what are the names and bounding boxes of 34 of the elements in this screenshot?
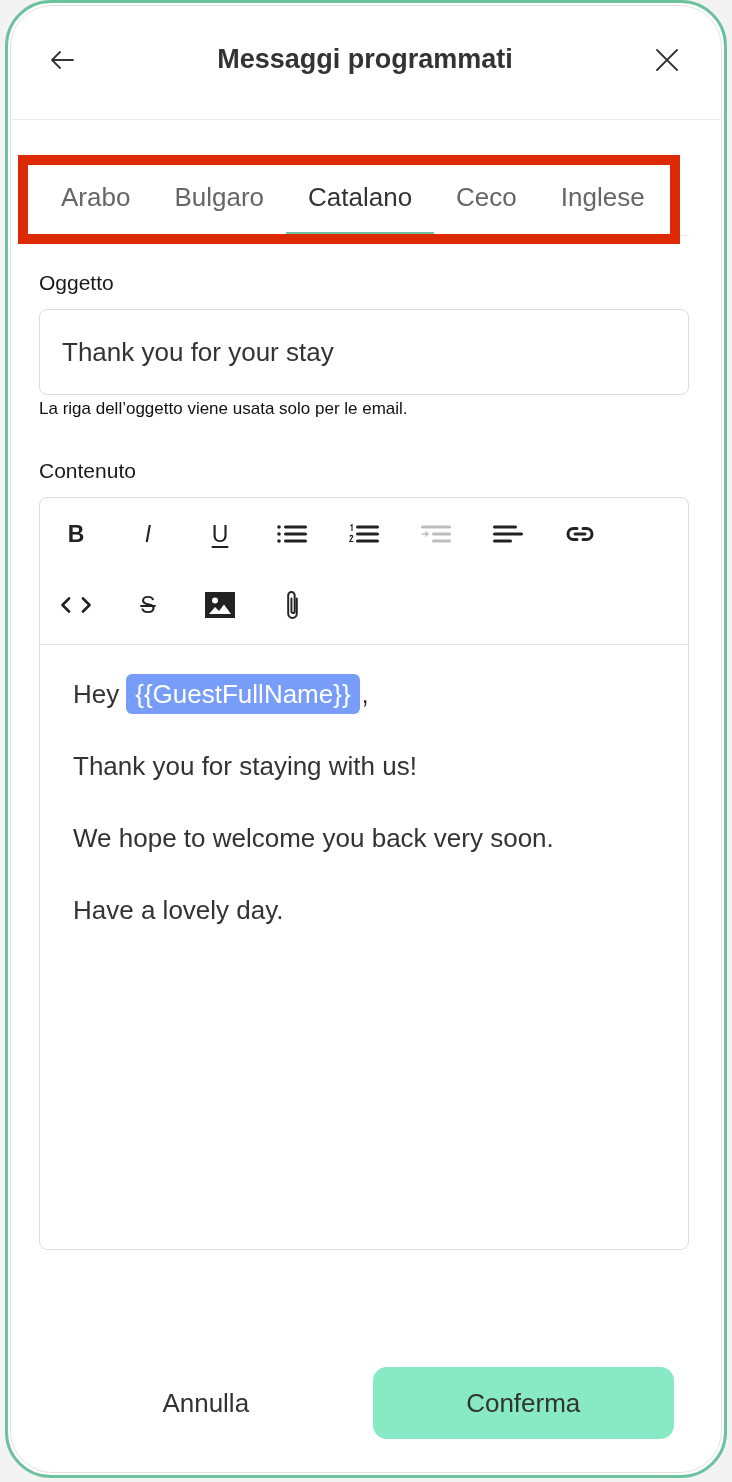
- message-body-field[interactable]: Hey {{GuestFullName}} , Thank you for staying with us! We hope to welcome you back very soon. Have a lovely day.: [40, 645, 688, 1249]
- confirm-button[interactable]: Conferma: [372, 1367, 674, 1439]
- back-arrow-icon: [50, 49, 74, 70]
- field-label: Contenuto: [39, 458, 137, 484]
- body-text: Have a lovely day.: [73, 894, 285, 927]
- bulleted-list-icon: [277, 524, 307, 544]
- language-tab[interactable]: Inglese: [538, 169, 667, 235]
- bold-button[interactable]: B: [56, 514, 96, 554]
- subject-field[interactable]: Thank you for your stay: [39, 309, 689, 395]
- body-text: Thank you for staying with us!: [73, 750, 418, 783]
- language-tab[interactable]: Catalano: [286, 169, 435, 235]
- close-button[interactable]: [656, 48, 678, 71]
- field-label: Oggetto: [39, 270, 115, 296]
- numbered-list-icon: [349, 524, 379, 544]
- chain-link-icon: [566, 526, 594, 542]
- back-button[interactable]: [50, 49, 74, 70]
- close-icon: [656, 48, 678, 71]
- language-tab[interactable]: Bulgaro: [152, 169, 286, 235]
- body-text: We hope to welcome you back very soon.: [73, 822, 555, 855]
- cancel-button[interactable]: Annulla: [55, 1367, 357, 1439]
- underline-button[interactable]: U: [200, 514, 240, 554]
- helper-text: La riga dell’oggetto viene usata solo per le email.: [39, 398, 409, 420]
- italic-button[interactable]: I: [128, 514, 168, 554]
- body-text: ,: [361, 678, 369, 711]
- indent-icon: [421, 524, 451, 544]
- image-icon: [205, 592, 235, 618]
- dialog-title: Messaggi programmati: [216, 44, 514, 75]
- paperclip-icon: [286, 591, 298, 619]
- code-brackets-icon: [61, 597, 91, 613]
- body-text: Hey: [73, 678, 120, 711]
- language-tab[interactable]: Arabo: [39, 169, 153, 235]
- strikethrough-button[interactable]: S: [128, 585, 168, 625]
- align-left-icon: [493, 524, 523, 544]
- language-tab[interactable]: Ceco: [434, 169, 539, 235]
